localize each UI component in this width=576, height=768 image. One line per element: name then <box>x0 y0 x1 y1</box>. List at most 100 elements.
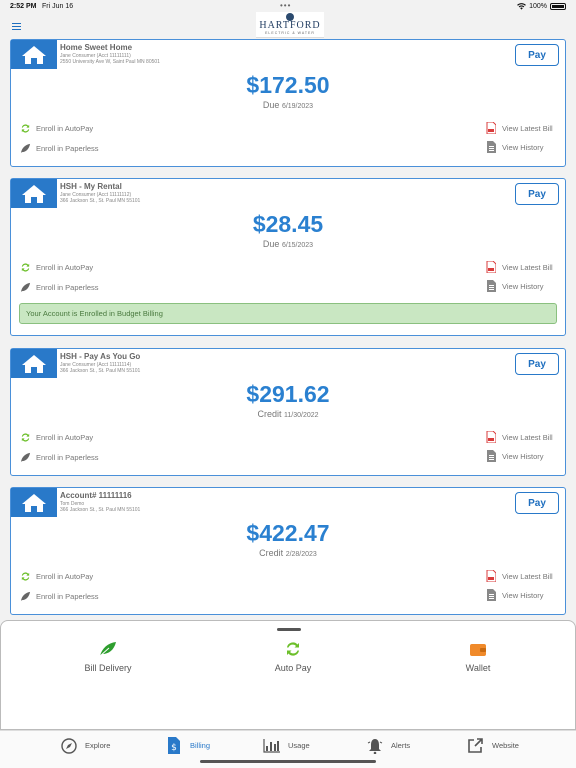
amount-due: $422.47 <box>246 520 330 546</box>
logo-name: HARTFORD <box>259 20 321 31</box>
quick-actions-sheet: Bill Delivery Auto Pay Wallet <box>0 620 576 730</box>
view-history-label: View History <box>502 281 544 291</box>
leaf-icon <box>19 590 31 602</box>
hartford-logo: HARTFORD ELECTRIC & WATER <box>256 12 324 38</box>
autopay-icon <box>19 261 31 273</box>
view-history-link[interactable]: View History <box>485 280 544 292</box>
pay-button[interactable]: Pay <box>515 183 559 205</box>
home-indicator[interactable] <box>200 760 376 763</box>
amount-due: $291.62 <box>246 381 330 407</box>
enroll-paperless-link[interactable]: Enroll in Paperless <box>19 590 99 602</box>
tab-usage-label: Usage <box>288 741 310 750</box>
due-date: 6/15/2023 <box>281 242 314 249</box>
tab-alerts-label: Alerts <box>391 741 411 750</box>
view-latest-bill-link[interactable]: View Latest Bill <box>485 122 553 134</box>
pdf-icon <box>485 261 497 273</box>
account-address: 366 Jackson St., St. Paul MN 55101 <box>60 198 141 204</box>
auto-pay-button[interactable]: Auto Pay <box>243 639 343 673</box>
due-date: 6/19/2023 <box>281 103 314 110</box>
pdf-icon <box>485 122 497 134</box>
view-history-link[interactable]: View History <box>485 141 544 153</box>
due-line: Credit 11/30/2022 <box>11 409 565 419</box>
amount-due: $28.45 <box>252 211 324 237</box>
view-latest-bill-label: View Latest Bill <box>502 432 553 442</box>
enroll-autopay-link[interactable]: Enroll in AutoPay <box>19 261 93 273</box>
tab-alerts[interactable]: Alerts <box>366 737 410 754</box>
document-icon <box>485 450 497 462</box>
status-time: 2:52 PM <box>10 3 37 10</box>
pdf-icon <box>485 431 497 443</box>
account-address: 366 Jackson St., St. Paul MN 55101 <box>60 507 141 513</box>
house-icon <box>11 40 57 69</box>
pdf-icon <box>485 570 497 582</box>
paperless-label: Enroll in Paperless <box>36 591 99 601</box>
autopay-label: Enroll in AutoPay <box>36 432 94 442</box>
house-icon <box>11 349 57 378</box>
autopay-icon <box>243 639 343 659</box>
paperless-label: Enroll in Paperless <box>36 452 99 462</box>
view-history-link[interactable]: View History <box>485 450 544 462</box>
tab-usage[interactable]: Usage <box>263 737 310 754</box>
bill-delivery-button[interactable]: Bill Delivery <box>58 639 158 673</box>
paperless-label: Enroll in Paperless <box>36 143 99 153</box>
compass-icon <box>60 737 77 754</box>
autopay-icon <box>19 122 31 134</box>
view-history-label: View History <box>502 590 544 600</box>
view-history-label: View History <box>502 451 544 461</box>
bell-icon <box>366 737 383 754</box>
svg-text:$: $ <box>171 743 177 753</box>
due-status: Credit <box>259 548 284 558</box>
wallet-label: Wallet <box>465 663 491 673</box>
auto-pay-label: Auto Pay <box>274 663 312 673</box>
due-status: Due <box>262 239 280 249</box>
view-latest-bill-link[interactable]: View Latest Bill <box>485 431 553 443</box>
view-latest-bill-link[interactable]: View Latest Bill <box>485 261 553 273</box>
due-date: 11/30/2022 <box>284 412 319 419</box>
enroll-autopay-link[interactable]: Enroll in AutoPay <box>19 431 93 443</box>
account-card: HSH - Pay As You Go Jane Consumer (Acct … <box>10 348 566 476</box>
tab-website[interactable]: Website <box>467 737 519 754</box>
leaf-icon <box>58 639 158 659</box>
enroll-autopay-link[interactable]: Enroll in AutoPay <box>19 122 93 134</box>
enroll-paperless-link[interactable]: Enroll in Paperless <box>19 142 99 154</box>
logo-subtitle: ELECTRIC & WATER <box>265 31 315 35</box>
account-title: Home Sweet Home <box>60 43 133 52</box>
view-latest-bill-label: View Latest Bill <box>502 123 553 133</box>
pay-button[interactable]: Pay <box>515 492 559 514</box>
billing-document-icon: $ <box>165 737 182 754</box>
pay-button[interactable]: Pay <box>515 353 559 375</box>
amount-due: $172.50 <box>246 72 330 98</box>
autopay-label: Enroll in AutoPay <box>36 571 94 581</box>
account-title: HSH - Pay As You Go <box>60 352 141 361</box>
document-icon <box>485 141 497 153</box>
autopay-label: Enroll in AutoPay <box>36 262 94 272</box>
enroll-paperless-link[interactable]: Enroll in Paperless <box>19 281 99 293</box>
hamburger-menu-icon[interactable] <box>12 23 21 30</box>
multitasking-dots-icon[interactable]: ••• <box>280 1 291 10</box>
autopay-icon <box>19 570 31 582</box>
budget-billing-banner: Your Account is Enrolled in Budget Billi… <box>19 303 557 324</box>
status-date: Fri Jun 16 <box>42 3 74 10</box>
autopay-icon <box>19 431 31 443</box>
leaf-icon <box>19 142 31 154</box>
tab-explore[interactable]: Explore <box>60 737 110 754</box>
tab-billing-label: Billing <box>190 741 211 750</box>
view-latest-bill-label: View Latest Bill <box>502 571 553 581</box>
pay-button[interactable]: Pay <box>515 44 559 66</box>
wallet-icon <box>428 639 528 659</box>
view-latest-bill-label: View Latest Bill <box>502 262 553 272</box>
due-date: 2/28/2023 <box>285 551 317 558</box>
leaf-icon <box>19 451 31 463</box>
wallet-button[interactable]: Wallet <box>428 639 528 673</box>
document-icon <box>485 589 497 601</box>
house-icon <box>11 488 57 517</box>
sheet-drag-handle[interactable] <box>277 628 301 631</box>
due-status: Due <box>262 100 280 110</box>
due-line: Due 6/15/2023 <box>11 239 565 249</box>
view-latest-bill-link[interactable]: View Latest Bill <box>485 570 553 582</box>
bar-chart-icon <box>263 737 280 754</box>
tab-billing[interactable]: $ Billing <box>165 737 210 754</box>
enroll-paperless-link[interactable]: Enroll in Paperless <box>19 451 99 463</box>
view-history-link[interactable]: View History <box>485 589 544 601</box>
enroll-autopay-link[interactable]: Enroll in AutoPay <box>19 570 93 582</box>
